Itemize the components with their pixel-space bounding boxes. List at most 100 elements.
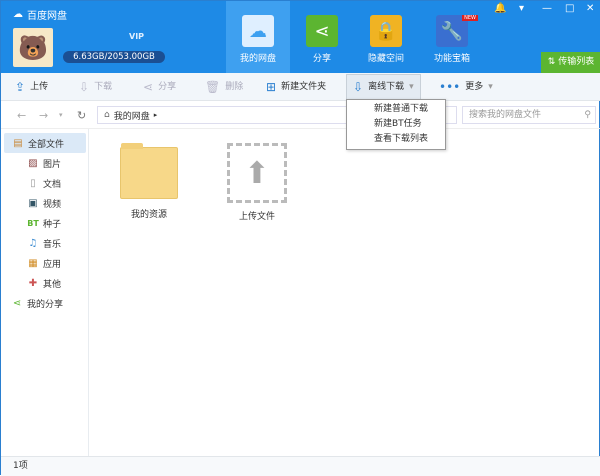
sidebar-item-images[interactable]: ▨ 图片 xyxy=(1,153,88,173)
toolbar: ⇪ 上传 ⇩ 下载 ⋖ 分享 🗑 删除 ⊞ 新建文件夹 ⇩ 离线下载 ▾ ••• 更多 ▾ xyxy=(1,73,600,101)
upload-icon: ⇪ xyxy=(15,80,26,94)
label: 离线下载 xyxy=(368,82,405,92)
label: 文档 xyxy=(43,179,62,190)
history-dropdown-icon[interactable]: ▾ xyxy=(59,111,63,119)
upload-button[interactable]: ⇪ 上传 xyxy=(15,73,48,101)
search-placeholder: 搜索我的网盘文件 xyxy=(469,110,542,120)
download-icon: ⇩ xyxy=(79,80,90,94)
music-icon: ♫ xyxy=(28,237,38,249)
chevron-right-icon[interactable]: ▸ xyxy=(154,111,158,119)
share-icon: ⋖ xyxy=(306,15,338,47)
sidebar-item-music[interactable]: ♫ 音乐 xyxy=(1,233,88,253)
label: 下载 xyxy=(94,82,113,92)
sidebar-item-documents[interactable]: ▯ 文档 xyxy=(1,173,88,193)
nav-label: 功能宝箱 xyxy=(433,54,470,64)
transfer-list-button[interactable]: ⇅ 传输列表 xyxy=(541,52,600,73)
nav-toolbox[interactable]: 🔧 NEW 功能宝箱 xyxy=(420,1,484,73)
other-icon: ✚ xyxy=(28,277,38,289)
label: 全部文件 xyxy=(28,139,65,150)
sidebar: ▤ 全部文件 ▨ 图片 ▯ 文档 ▣ 视频 BT 种子 ♫ 音乐 ▦ 应用 ✚ 其他 ⋖ 我的分享 xyxy=(1,129,89,456)
search-input[interactable]: 搜索我的网盘文件 ⚲ xyxy=(462,106,596,124)
address-bar: ← → ▾ ↻ ⌂ 我的网盘 ▸ 搜索我的网盘文件 ⚲ xyxy=(1,101,600,129)
close-icon[interactable]: ✕ xyxy=(586,3,594,14)
new-folder-icon: ⊞ xyxy=(266,80,277,94)
chevron-down-icon: ▾ xyxy=(409,82,414,92)
search-icon[interactable]: ⚲ xyxy=(584,107,591,123)
label: 图片 xyxy=(43,159,62,170)
nav-label: 分享 xyxy=(312,54,331,64)
label: 删除 xyxy=(225,82,244,92)
storage-quota: 6.63GB/2053.00GB xyxy=(63,51,165,63)
video-icon: ▣ xyxy=(28,197,38,209)
sidebar-item-torrents[interactable]: BT 种子 xyxy=(1,213,88,233)
cloud-icon: ☁ xyxy=(242,15,274,47)
label: 更多 xyxy=(465,82,484,92)
all-files-icon: ▤ xyxy=(13,137,23,149)
bell-icon[interactable]: 🔔 xyxy=(494,3,506,14)
menu-item-new-bt-task[interactable]: 新建BT任务 xyxy=(347,117,445,132)
folder-icon xyxy=(120,143,178,199)
status-bar: 1项 xyxy=(1,456,600,476)
home-icon[interactable]: ⌂ xyxy=(104,110,110,120)
download-button[interactable]: ⇩ 下载 xyxy=(79,73,112,101)
image-icon: ▨ xyxy=(28,157,38,169)
label: 分享 xyxy=(158,82,177,92)
label: 应用 xyxy=(43,259,62,270)
upload-file-tile[interactable]: ⬆ 上传文件 xyxy=(217,143,297,222)
nav-hidden-space[interactable]: 🔒 隐藏空间 xyxy=(354,1,418,73)
nav-label: 我的网盘 xyxy=(239,54,276,64)
app-icon: ▦ xyxy=(28,257,38,269)
delete-button[interactable]: 🗑 删除 xyxy=(205,73,243,101)
offline-download-menu: 新建普通下载 新建BT任务 查看下载列表 xyxy=(346,99,446,150)
label: 种子 xyxy=(43,219,62,230)
file-name: 上传文件 xyxy=(238,212,275,222)
sidebar-item-my-shares[interactable]: ⋖ 我的分享 xyxy=(1,293,88,313)
transfer-icon: ⇅ xyxy=(547,57,559,67)
nav-label: 隐藏空间 xyxy=(367,54,404,64)
label: 新建文件夹 xyxy=(281,82,327,92)
menu-icon[interactable]: ▾ xyxy=(519,3,524,14)
new-badge: NEW xyxy=(462,15,478,21)
sidebar-item-all-files[interactable]: ▤ 全部文件 xyxy=(4,133,86,153)
lock-icon: 🔒 xyxy=(370,15,402,47)
download-icon: ⇩ xyxy=(353,80,364,94)
share-icon: ⋖ xyxy=(12,297,22,309)
sidebar-item-other[interactable]: ✚ 其他 xyxy=(1,273,88,293)
label: 其他 xyxy=(43,279,62,290)
label: 上传 xyxy=(30,82,49,92)
nav-my-netdisk[interactable]: ☁ 我的网盘 xyxy=(226,1,290,73)
vip-badge[interactable]: VIP xyxy=(129,32,144,41)
sidebar-item-apps[interactable]: ▦ 应用 xyxy=(1,253,88,273)
share-button[interactable]: ⋖ 分享 xyxy=(143,73,176,101)
breadcrumb-item[interactable]: 我的网盘 xyxy=(114,109,150,122)
trash-icon: 🗑 xyxy=(205,80,221,94)
transfer-label: 传输列表 xyxy=(558,57,595,67)
nav-share[interactable]: ⋖ 分享 xyxy=(290,1,354,73)
offline-download-button[interactable]: ⇩ 离线下载 ▾ xyxy=(346,74,421,100)
chevron-down-icon: ▾ xyxy=(488,82,493,92)
avatar[interactable]: 🐻 xyxy=(13,28,53,67)
new-folder-button[interactable]: ⊞ 新建文件夹 xyxy=(266,73,326,101)
label: 音乐 xyxy=(43,239,62,250)
folder-item[interactable]: 我的资源 xyxy=(109,143,189,220)
maximize-icon[interactable]: □ xyxy=(565,3,574,14)
refresh-icon[interactable]: ↻ xyxy=(77,109,86,122)
document-icon: ▯ xyxy=(30,177,36,189)
bt-icon: BT xyxy=(27,218,39,228)
more-icon: ••• xyxy=(439,80,461,94)
cloud-logo-icon: ☁ xyxy=(13,9,23,20)
label: 我的分享 xyxy=(27,299,64,310)
file-area: 我的资源 ⬆ 上传文件 xyxy=(89,129,599,456)
file-name: 我的资源 xyxy=(130,210,167,220)
header: ☁ 百度网盘 🐻 VIP 6.63GB/2053.00GB ☁ 我的网盘 ⋖ 分享 🔒… xyxy=(1,1,600,73)
sidebar-item-videos[interactable]: ▣ 视频 xyxy=(1,193,88,213)
menu-item-view-downloads[interactable]: 查看下载列表 xyxy=(347,132,445,147)
upload-arrow-icon: ⬆ xyxy=(227,143,287,203)
label: 视频 xyxy=(43,199,62,210)
menu-item-new-download[interactable]: 新建普通下载 xyxy=(347,102,445,117)
more-button[interactable]: ••• 更多 ▾ xyxy=(439,73,493,101)
forward-icon[interactable]: → xyxy=(39,109,48,122)
minimize-icon[interactable]: — xyxy=(542,3,552,14)
back-icon[interactable]: ← xyxy=(17,109,26,122)
app-title: 百度网盘 xyxy=(27,11,67,22)
